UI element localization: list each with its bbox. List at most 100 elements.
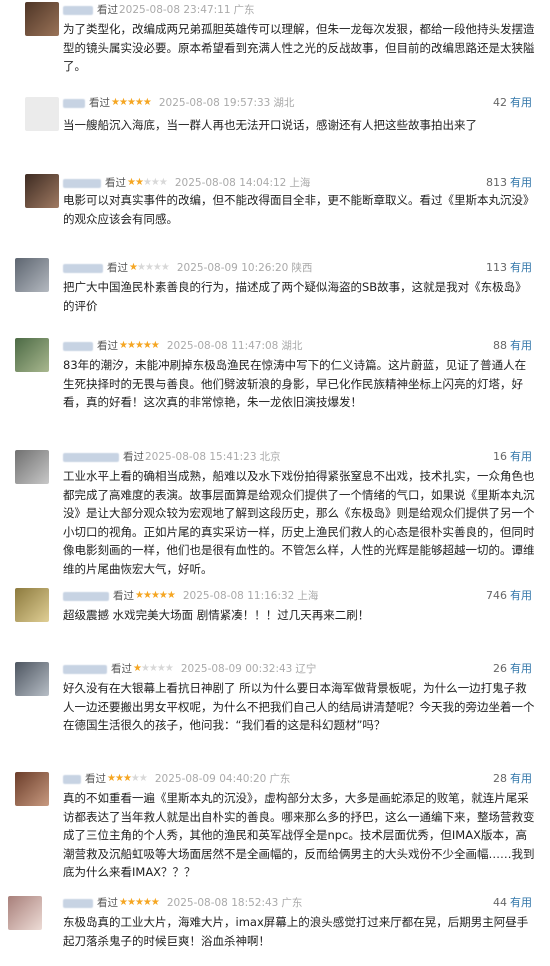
avatar[interactable] [15,338,49,372]
review-item: 看过 ★★★★★ 2025-08-09 10:26:20 陕西 113 有用 把广… [0,256,550,313]
username[interactable] [63,98,85,108]
username[interactable] [63,898,93,908]
useful-button[interactable]: 有用 [510,339,532,352]
star-icon: ★ [150,340,160,351]
useful-button[interactable]: 有用 [510,662,532,675]
review-meta: 看过 ★★★★★ 2025-08-08 11:47:08 湖北 [63,338,302,354]
star-icon: ★ [158,590,168,601]
star-icon: ★ [119,340,128,351]
rating-stars: ★★★★★ [129,260,170,276]
star-icon: ★ [118,97,128,108]
username[interactable] [63,263,103,273]
review-meta: 看过 2025-08-08 23:47:11 广东 [63,2,255,18]
rating-stars: ★★★★★ [107,771,148,787]
useful-votes: 26 有用 [493,661,532,677]
username[interactable] [63,341,93,351]
review-location: 上海 [297,590,319,602]
username[interactable] [63,452,119,462]
review-location: 湖北 [273,97,295,109]
watched-label: 看过 [85,773,106,785]
useful-button[interactable]: 有用 [510,450,532,463]
useful-count: 813 [486,176,507,189]
review-item: 看过 ★★★★★ 2025-08-08 18:52:43 广东 44 有用 东极岛… [0,894,550,952]
review-meta: 看过 ★★★★★ 2025-08-08 14:04:12 上海 [63,175,310,191]
review-meta: 看过 ★★★★★ 2025-08-09 10:26:20 陕西 [63,260,312,276]
star-icon: ★ [142,97,152,108]
review-time: 2025-08-09 10:26:20 [176,262,289,274]
useful-votes: 813 有用 [486,175,532,191]
star-icon: ★ [166,590,176,601]
star-icon: ★ [136,262,146,273]
review-text: 超级震撼 水戏完美大场面 剧情紧凑！！！过几天再来二刷！ [63,608,370,622]
review-location: 广东 [233,4,255,16]
star-icon: ★ [142,590,152,601]
review-item: 看过 ★★★★★ 2025-08-08 14:04:12 上海 813 有用 电影… [0,172,550,234]
useful-button[interactable]: 有用 [510,896,532,909]
useful-button[interactable]: 有用 [510,589,532,602]
review-text: 工业水平上看的确相当成熟，船难以及水下戏份拍得紧张窒息不出戏，技术扎实，一众角色… [63,469,535,576]
useful-votes: 44 有用 [493,895,532,911]
rating-stars: ★★★★★ [119,338,160,354]
star-icon: ★ [150,590,160,601]
username[interactable] [63,774,81,784]
review-item: 看过 ★★★★★ 2025-08-08 11:47:08 湖北 88 有用 83年… [0,336,550,412]
useful-votes: 88 有用 [493,338,532,354]
useful-button[interactable]: 有用 [510,176,532,189]
useful-button[interactable]: 有用 [510,96,532,109]
star-icon: ★ [126,97,136,108]
review-meta: 看过 ★★★★★ 2025-08-08 11:16:32 上海 [63,588,318,604]
username[interactable] [63,5,93,15]
review-text: 真的不如重看一遍《里斯本丸的沉没》，虚构部分太多，大多是画蛇添足的败笔，就连片尾… [63,791,535,879]
review-text: 当一艘船沉入海底，当一群人再也无法开口说话，感谢还有人把这些故事拍出来了 [63,118,477,132]
username[interactable] [63,178,101,188]
star-icon: ★ [122,773,132,784]
review-text: 电影可以对真实事件的改编，但不能改得面目全非，更不能断章取义。看过《里斯本丸沉没… [63,193,535,226]
review-text: 为了类型化，改编成两兄弟孤胆英雄传可以理解，但朱一龙每次发狠，都给一段他持头发摆… [63,22,535,73]
useful-count: 113 [486,261,507,274]
review-time: 2025-08-08 11:16:32 [182,590,295,602]
short-reviews-list: 看过 2025-08-08 23:47:11 广东 为了类型化，改编成两兄弟孤胆… [0,0,550,966]
star-icon: ★ [156,663,166,674]
review-time: 2025-08-08 19:57:33 [158,97,271,109]
username[interactable] [63,591,109,601]
rating-stars: ★★★★★ [111,95,152,111]
star-icon: ★ [111,97,120,108]
avatar[interactable] [25,174,59,208]
review-meta: 看过 ★★★★★ 2025-08-09 04:40:20 广东 [63,771,290,787]
star-icon: ★ [126,897,136,908]
useful-votes: 16 有用 [493,449,532,465]
star-icon: ★ [138,773,148,784]
avatar[interactable] [15,772,49,806]
useful-count: 746 [486,589,507,602]
avatar[interactable] [25,2,59,36]
rating-stars: ★★★★★ [135,588,176,604]
review-time: 2025-08-08 18:52:43 [166,897,279,909]
watched-label: 看过 [123,451,144,463]
useful-count: 88 [493,339,507,352]
review-item: 看过 ★★★★★ 2025-08-08 11:16:32 上海 746 有用 超级… [0,586,550,630]
review-location: 上海 [289,177,311,189]
star-icon: ★ [164,663,174,674]
avatar[interactable] [25,97,59,131]
watched-label: 看过 [97,4,118,16]
avatar[interactable] [8,896,42,930]
avatar[interactable] [15,258,49,292]
useful-button[interactable]: 有用 [510,772,532,785]
useful-count: 16 [493,450,507,463]
review-text: 东极岛真的工业大片，海难大片，imax屏幕上的浪头感觉打过来厅都在晃，后期男主阿… [63,915,529,948]
avatar[interactable] [15,588,49,622]
useful-votes: 113 有用 [486,260,532,276]
star-icon: ★ [134,177,144,188]
review-time: 2025-08-08 23:47:11 [119,4,231,16]
star-icon: ★ [142,897,152,908]
review-time: 2025-08-08 11:47:08 [166,340,279,352]
avatar[interactable] [15,662,49,696]
star-icon: ★ [144,262,154,273]
avatar[interactable] [15,450,49,484]
useful-button[interactable]: 有用 [510,261,532,274]
star-icon: ★ [150,897,160,908]
username[interactable] [63,664,107,674]
watched-label: 看过 [89,97,110,109]
star-icon: ★ [134,97,144,108]
star-icon: ★ [127,177,136,188]
